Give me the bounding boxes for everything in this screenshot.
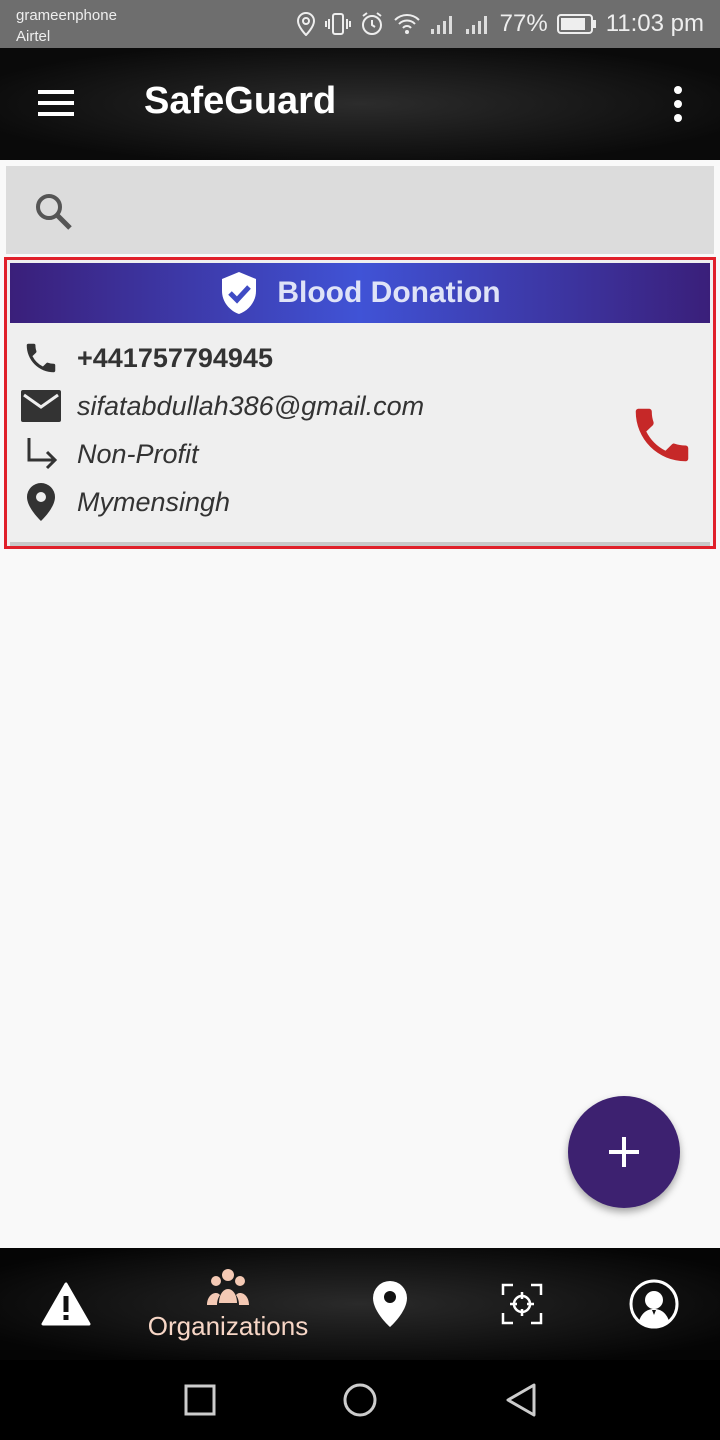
nav-item-scan[interactable]: [484, 1248, 560, 1360]
phone-icon: [21, 338, 61, 378]
phone-call-icon[interactable]: [627, 400, 697, 470]
signal-icon: [465, 16, 487, 34]
carrier-1: grameenphone: [16, 7, 117, 24]
nav-item-map[interactable]: [352, 1248, 428, 1360]
crosshair-scan-icon: [501, 1283, 543, 1325]
search-bar[interactable]: [6, 166, 714, 254]
map-pin-icon: [373, 1281, 407, 1327]
user-avatar-icon: [629, 1279, 679, 1329]
card-title: Blood Donation: [277, 276, 501, 309]
system-navigation-bar: [0, 1360, 720, 1440]
people-group-icon: [207, 1268, 249, 1305]
email-icon: [21, 386, 61, 426]
signal-icon: [430, 16, 452, 34]
nav-item-organizations[interactable]: Organizations: [132, 1248, 324, 1360]
wifi-icon: [393, 14, 420, 34]
email-row: sifatabdullah386@gmail.com: [21, 384, 424, 428]
organization-card[interactable]: Blood Donation +441757794945 sifatabdull…: [4, 257, 716, 549]
location-icon: [296, 12, 315, 36]
status-icons: 77% 11:03 pm: [296, 0, 704, 48]
card-divider: [10, 542, 710, 546]
back-icon[interactable]: [504, 1382, 538, 1418]
status-bar: grameenphone Airtel 77% 11:03 pm: [0, 0, 720, 48]
add-organization-button[interactable]: [568, 1096, 680, 1208]
app-bar: SafeGuard: [0, 48, 720, 160]
alarm-icon: [361, 12, 382, 35]
verified-shield-icon: [222, 272, 257, 314]
plus-icon: [609, 1137, 639, 1167]
nav-item-alerts[interactable]: [28, 1248, 104, 1360]
recent-apps-icon[interactable]: [184, 1384, 216, 1416]
organization-location: Mymensingh: [77, 486, 231, 517]
app-title: SafeGuard: [144, 80, 337, 122]
phone-number[interactable]: +441757794945: [77, 343, 273, 374]
bottom-navigation: Organizations: [0, 1248, 720, 1360]
email-address[interactable]: sifatabdullah386@gmail.com: [77, 391, 424, 422]
clock: 11:03 pm: [605, 10, 704, 37]
nav-item-profile[interactable]: [616, 1248, 692, 1360]
organization-type: Non-Profit: [77, 438, 199, 469]
subdirectory-arrow-icon: [21, 434, 61, 474]
warning-icon: [41, 1282, 91, 1326]
home-icon[interactable]: [342, 1382, 378, 1418]
vibrate-icon: [324, 13, 351, 35]
carrier-names: grameenphone Airtel: [16, 5, 117, 47]
battery-percent: 77%: [499, 10, 548, 37]
more-vert-icon[interactable]: [670, 84, 686, 124]
phone-row: +441757794945: [21, 336, 273, 380]
battery-icon: [556, 14, 596, 34]
carrier-2: Airtel: [16, 28, 51, 45]
hamburger-menu-icon[interactable]: [36, 86, 76, 120]
search-icon[interactable]: [34, 192, 74, 232]
card-header: Blood Donation: [10, 263, 710, 323]
nav-label-organizations: Organizations: [147, 1310, 309, 1341]
location-row: Mymensingh: [21, 480, 230, 524]
type-row: Non-Profit: [21, 432, 199, 476]
location-pin-icon: [21, 482, 61, 522]
